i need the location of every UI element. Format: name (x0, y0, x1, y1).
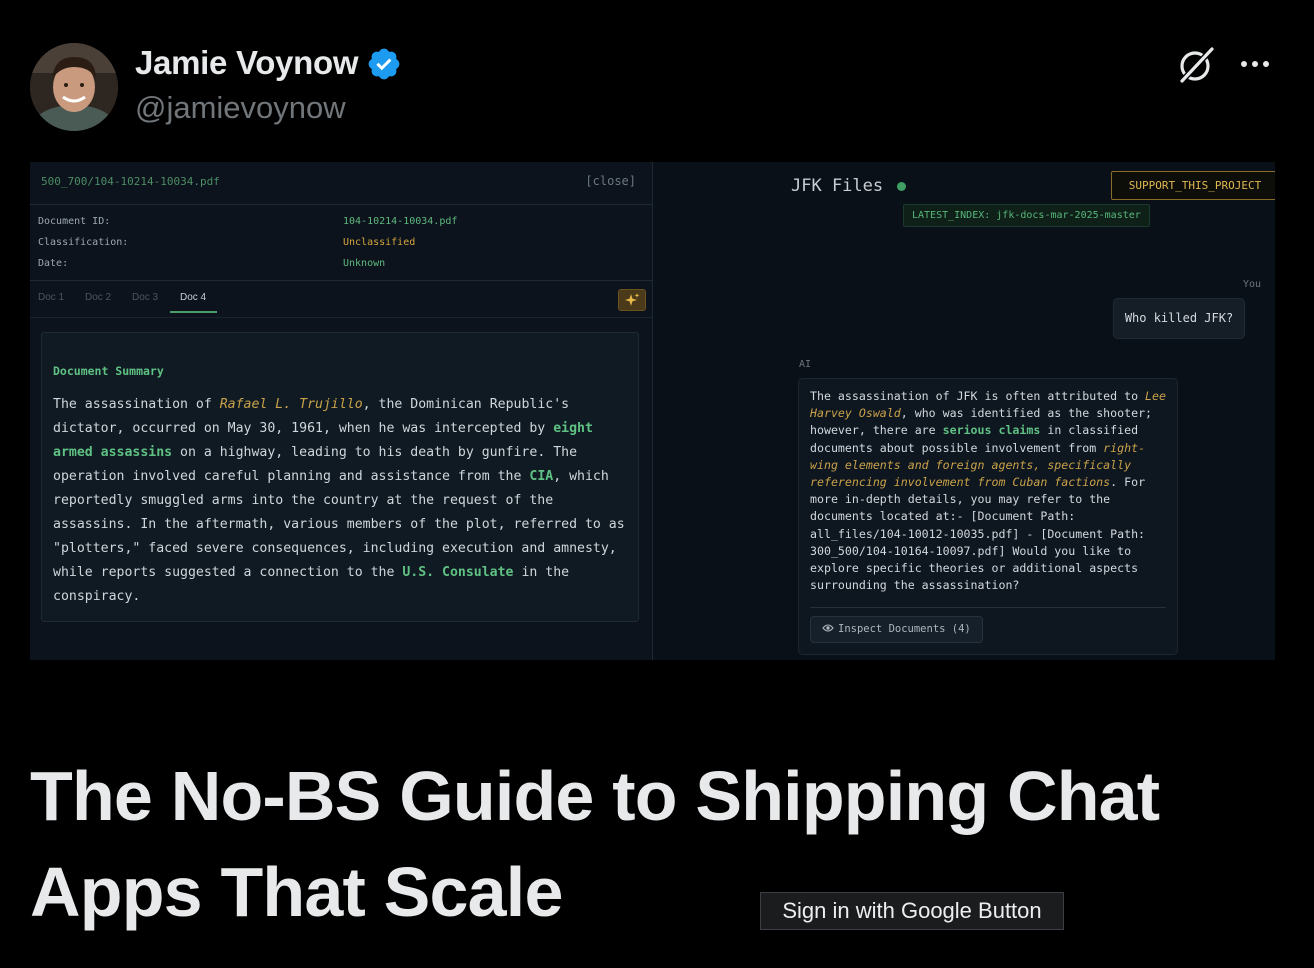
meta-key-date: Date: (38, 258, 69, 269)
tab-doc-3[interactable]: Doc 3 (132, 292, 158, 303)
app-title: JFK Files (791, 176, 884, 196)
inspect-documents-label: Inspect Documents (4) (838, 623, 971, 635)
document-panel-header: 500_700/104-10214-10034.pdf [close] (30, 162, 652, 205)
eye-icon (822, 624, 834, 632)
document-summary-card: Document Summary The assassination of Ra… (41, 332, 639, 622)
meta-value-classification: Unclassified (343, 237, 416, 248)
summary-run: Rafael L. Trujillo (219, 397, 363, 412)
inspect-documents-button[interactable]: Inspect Documents (4) (810, 616, 983, 643)
tab-doc-1[interactable]: Doc 1 (38, 292, 64, 303)
ai-message-card: The assassination of JFK is often attrib… (798, 378, 1178, 655)
avatar[interactable] (30, 43, 118, 131)
summary-run: CIA (529, 469, 554, 484)
tab-doc-4[interactable]: Doc 4 (180, 292, 206, 303)
more-dots-icon[interactable] (1236, 52, 1276, 76)
support-project-button[interactable]: SUPPORT_THIS_PROJECT (1111, 171, 1275, 200)
document-panel: 500_700/104-10214-10034.pdf [close] Docu… (30, 162, 653, 660)
grok-slash-icon[interactable] (1174, 43, 1218, 87)
article-title[interactable]: The No-BS Guide to Shipping Chat Apps Th… (30, 748, 1300, 940)
tab-doc-2[interactable]: Doc 2 (85, 292, 111, 303)
author-handle[interactable]: @jamievoynow (135, 90, 346, 126)
sparkle-icon (625, 293, 640, 306)
document-filename: 500_700/104-10214-10034.pdf (41, 175, 220, 188)
ai-message-run: . For more in-depth details, you may ref… (810, 475, 1146, 593)
close-button[interactable]: [close] (585, 174, 636, 188)
active-tab-indicator (170, 311, 217, 313)
tooltip: Sign in with Google Button (760, 892, 1064, 930)
summary-run: , which reportedly smuggled arms into th… (53, 469, 625, 580)
avatar-photo (30, 43, 118, 131)
ai-message-run: The assassination of JFK is often attrib… (810, 389, 1146, 403)
summary-text: The assassination of Rafael L. Trujillo,… (53, 393, 635, 609)
chat-panel: JFK Files SUPPORT_THIS_PROJECT LATEST_IN… (653, 162, 1275, 660)
summary-run: The assassination of (53, 397, 220, 412)
author-name[interactable]: Jamie Voynow (135, 44, 359, 82)
divider (30, 317, 652, 318)
latest-index-badge: LATEST_INDEX: jfk-docs-mar-2025-master (903, 204, 1150, 227)
divider (810, 607, 1166, 608)
verified-badge-icon (368, 48, 400, 80)
status-dot (897, 182, 906, 191)
ai-message-text: The assassination of JFK is often attrib… (810, 388, 1172, 594)
divider (30, 280, 652, 281)
article-cover-image[interactable]: 500_700/104-10214-10034.pdf [close] Docu… (30, 162, 1275, 660)
ai-summary-button[interactable] (618, 289, 646, 311)
ai-label: AI (799, 359, 812, 370)
user-message: Who killed JFK? (1113, 298, 1245, 339)
user-label: You (1243, 279, 1262, 290)
meta-value-document-id: 104-10214-10034.pdf (343, 216, 458, 227)
summary-title: Document Summary (53, 364, 164, 378)
meta-key-classification: Classification: (38, 237, 129, 248)
meta-key-document-id: Document ID: (38, 216, 111, 227)
ai-message-run: serious claims (942, 423, 1041, 438)
summary-run: U.S. Consulate (402, 565, 514, 580)
meta-value-date: Unknown (343, 258, 386, 269)
